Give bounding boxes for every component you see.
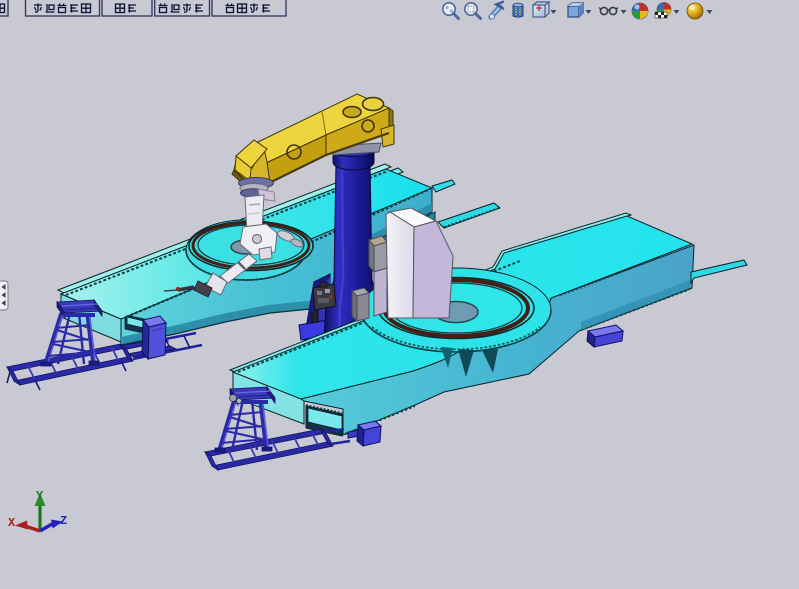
svg-text:X: X [8,516,16,530]
svg-text:Y: Y [36,489,44,503]
svg-text:Z: Z [60,514,67,528]
